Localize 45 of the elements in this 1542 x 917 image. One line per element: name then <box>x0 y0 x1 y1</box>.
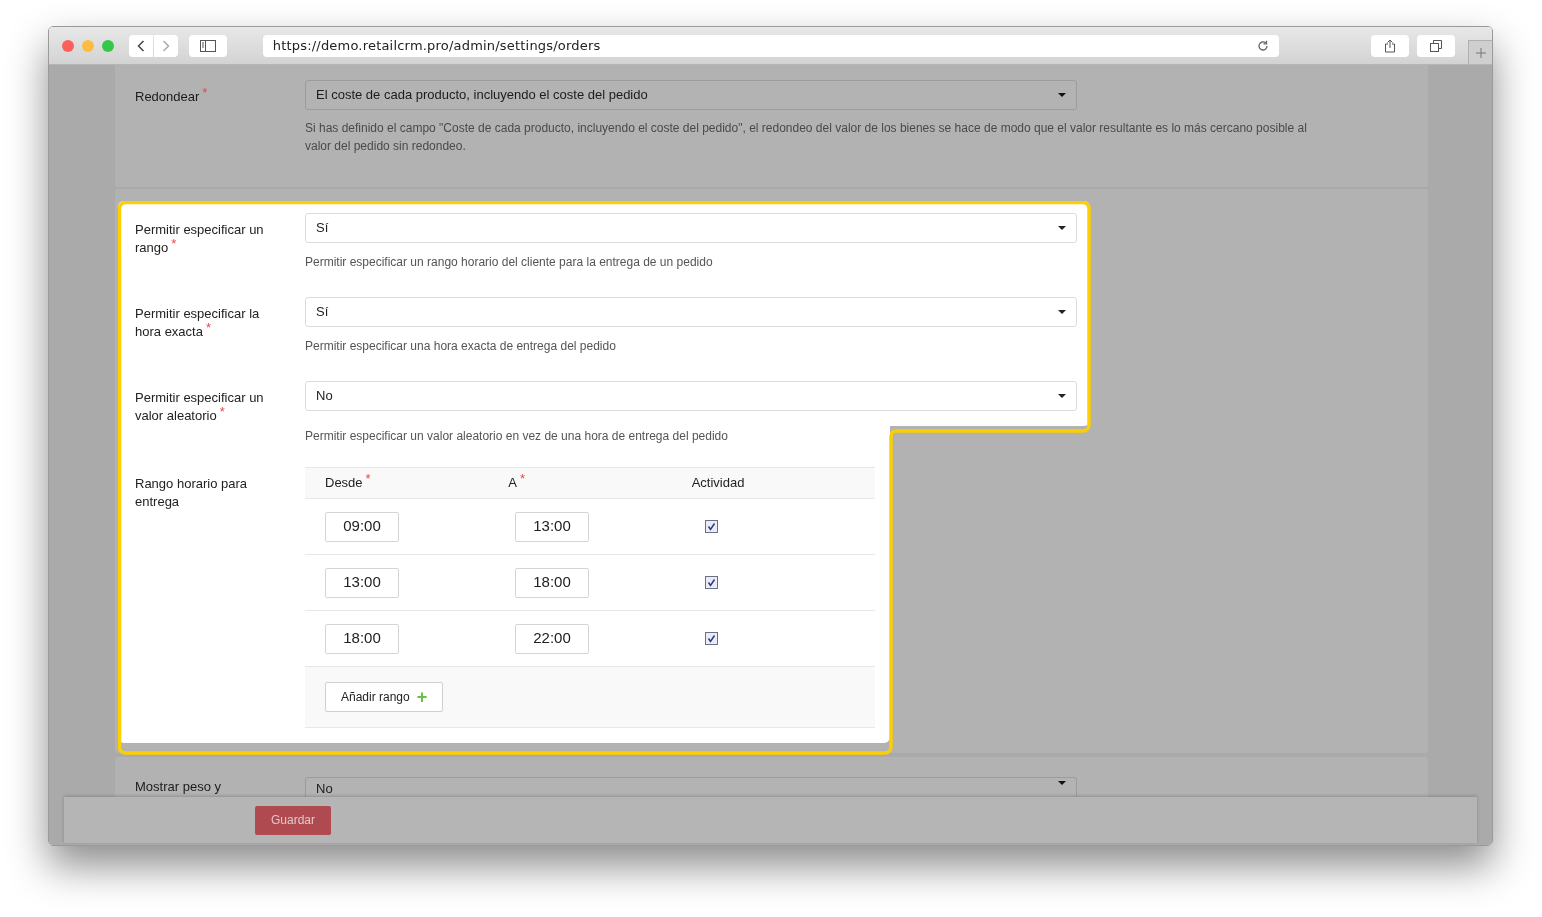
caret-icon <box>1058 310 1066 314</box>
tabs-button[interactable] <box>1417 34 1456 57</box>
active-checkbox[interactable] <box>705 632 718 645</box>
url-text: https://demo.retailcrm.pro/admin/settings/orders <box>272 36 601 55</box>
column-header: Actividad <box>691 475 745 491</box>
column-header: Desde * <box>325 475 371 491</box>
help-text: Permitir especificar un rango horario del cliente para la entrega de un pedido <box>305 254 714 271</box>
share-button[interactable] <box>1371 34 1410 57</box>
time-input[interactable]: 13:00 <box>325 567 399 598</box>
plus-icon: + <box>416 688 428 706</box>
time-input[interactable]: 22:00 <box>515 623 589 654</box>
time-input[interactable]: 18:00 <box>325 623 399 654</box>
active-checkbox[interactable] <box>705 576 718 589</box>
active-checkbox[interactable] <box>705 520 718 533</box>
caret-icon <box>1058 226 1066 230</box>
field-label: Permitir especificar un rango * <box>135 221 265 257</box>
select-field[interactable]: No <box>305 381 1077 411</box>
field-label: Mostrar peso y <box>135 779 221 794</box>
sidebar-icon <box>199 39 216 52</box>
select-field[interactable]: Sí <box>305 297 1077 327</box>
caret-icon <box>1058 394 1066 398</box>
help-text: Permitir especificar una hora exacta de entrega del pedido <box>305 338 617 355</box>
reload-icon[interactable] <box>1257 39 1270 52</box>
field-label: Redondear * <box>135 88 209 106</box>
field-label: Permitir especificar la hora exacta * <box>135 305 261 341</box>
time-input[interactable]: 13:00 <box>515 511 589 542</box>
caret-icon <box>1058 93 1066 97</box>
add-range-button[interactable]: Añadir rango + <box>325 682 444 712</box>
help-text: Permitir especificar un valor aleatorio en vez de una hora de entrega del pedido <box>305 428 729 445</box>
select-field[interactable]: El coste de cada producto, incluyendo el coste del pedido <box>305 80 1077 110</box>
select-field[interactable]: Sí <box>305 213 1077 243</box>
time-input[interactable]: 18:00 <box>515 567 589 598</box>
back-button[interactable] <box>129 34 153 57</box>
address-bar[interactable]: https://demo.retailcrm.pro/admin/settings/orders <box>262 34 1280 57</box>
field-label: Rango horario para entrega <box>135 475 249 511</box>
field-label: Permitir especificar un valor aleatorio * <box>135 389 265 425</box>
share-icon <box>1384 38 1397 53</box>
caret-icon <box>1058 781 1066 785</box>
help-text: Si has definido el campo "Coste de cada producto, incluyendo el coste del pedido", el redondeo del valor de los bienes se hace de modo que el valor resultante es lo más cercano posible al valor del pedido sin redondeo. <box>305 120 1308 155</box>
sidebar-button[interactable] <box>188 34 227 57</box>
select-field[interactable]: No <box>305 777 1077 797</box>
column-header: A * <box>508 475 526 491</box>
tabs-icon <box>1430 39 1443 52</box>
plus-icon <box>1475 47 1486 58</box>
time-input[interactable]: 09:00 <box>325 511 399 542</box>
